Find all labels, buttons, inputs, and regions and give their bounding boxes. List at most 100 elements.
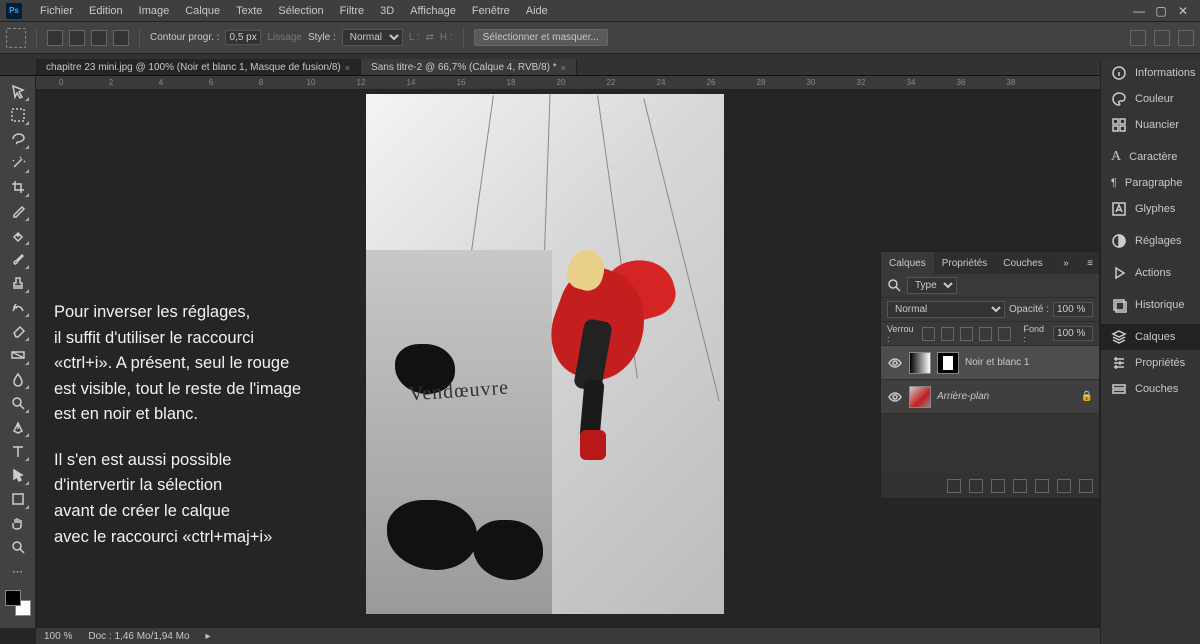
layer-fx-icon[interactable] — [969, 479, 983, 493]
add-mask-icon[interactable] — [991, 479, 1005, 493]
doc-tab-1[interactable]: Sans titre-2 @ 66,7% (Calque 4, RVB/8) *… — [361, 59, 577, 75]
rail-informations[interactable]: Informations — [1101, 60, 1200, 86]
share-icon[interactable] — [1178, 30, 1194, 46]
eraser-tool[interactable] — [6, 320, 30, 342]
menu-selection[interactable]: Sélection — [270, 5, 331, 17]
feather-input[interactable] — [225, 30, 261, 45]
move-tool[interactable] — [6, 80, 30, 102]
panel-tab-calques[interactable]: Calques — [881, 252, 934, 274]
marquee-tool-icon[interactable] — [6, 28, 26, 48]
crop-tool[interactable] — [6, 176, 30, 198]
panel-tab-couches[interactable]: Couches — [995, 252, 1050, 274]
zoom-tool[interactable] — [6, 536, 30, 558]
menu-image[interactable]: Image — [131, 5, 178, 17]
layer-name[interactable]: Arrière-plan — [937, 391, 1075, 402]
layer-filter-select[interactable]: Type — [907, 277, 957, 294]
new-adjustment-icon[interactable] — [1013, 479, 1027, 493]
lock-pixels-icon[interactable] — [941, 327, 954, 341]
foreground-color[interactable] — [5, 590, 21, 606]
eyedropper-tool[interactable] — [6, 200, 30, 222]
menu-fichier[interactable]: Fichier — [32, 5, 81, 17]
new-group-icon[interactable] — [1035, 479, 1049, 493]
marquee-tool[interactable] — [6, 104, 30, 126]
rail-caractere[interactable]: ACaractère — [1101, 144, 1200, 170]
rail-actions[interactable]: Actions — [1101, 260, 1200, 286]
search-icon[interactable] — [1130, 30, 1146, 46]
panel-collapse-icon[interactable]: » — [1057, 258, 1075, 269]
rail-couleur[interactable]: Couleur — [1101, 86, 1200, 112]
brush-tool[interactable] — [6, 248, 30, 270]
rail-glyphes[interactable]: Glyphes — [1101, 196, 1200, 222]
panel-tab-proprietes[interactable]: Propriétés — [934, 252, 996, 274]
selection-subtract-icon[interactable] — [91, 30, 107, 46]
path-select-tool[interactable] — [6, 464, 30, 486]
layer-row[interactable]: Noir et blanc 1 — [881, 346, 1099, 380]
type-tool[interactable] — [6, 440, 30, 462]
style-select[interactable]: Normal — [342, 29, 403, 46]
menu-calque[interactable]: Calque — [177, 5, 228, 17]
delete-layer-icon[interactable] — [1079, 479, 1093, 493]
hand-tool[interactable] — [6, 512, 30, 534]
gradient-tool[interactable] — [6, 344, 30, 366]
menu-aide[interactable]: Aide — [518, 5, 556, 17]
workspace-icon[interactable] — [1154, 30, 1170, 46]
close-tab-icon[interactable]: × — [561, 63, 566, 73]
color-swatches[interactable] — [5, 590, 31, 616]
lasso-tool[interactable] — [6, 128, 30, 150]
pen-tool[interactable] — [6, 416, 30, 438]
window-minimize-icon[interactable]: — — [1128, 4, 1150, 18]
opacity-input[interactable] — [1053, 302, 1093, 317]
rail-proprietes[interactable]: Propriétés — [1101, 350, 1200, 376]
window-maximize-icon[interactable]: ▢ — [1150, 4, 1172, 18]
zoom-level[interactable]: 100 % — [44, 631, 72, 642]
visibility-toggle-icon[interactable] — [887, 389, 903, 405]
doc-size-info[interactable]: Doc : 1,46 Mo/1,94 Mo — [88, 631, 189, 642]
fill-input[interactable] — [1053, 326, 1093, 341]
wand-tool[interactable] — [6, 152, 30, 174]
menu-3d[interactable]: 3D — [372, 5, 402, 17]
lock-all-icon[interactable] — [998, 327, 1011, 341]
select-mask-button[interactable]: Sélectionner et masquer... — [474, 29, 608, 46]
lock-transparent-icon[interactable] — [922, 327, 935, 341]
edit-toolbar-icon[interactable]: ⋯ — [6, 560, 30, 582]
stamp-tool[interactable] — [6, 272, 30, 294]
doc-tab-0[interactable]: chapitre 23 mini.jpg @ 100% (Noir et bla… — [36, 59, 361, 75]
dodge-tool[interactable] — [6, 392, 30, 414]
layer-mask-thumb[interactable] — [937, 352, 959, 374]
rail-couches[interactable]: Couches — [1101, 376, 1200, 402]
menu-fenetre[interactable]: Fenêtre — [464, 5, 518, 17]
window-close-icon[interactable]: ✕ — [1172, 4, 1194, 18]
layer-thumb[interactable] — [909, 386, 931, 408]
search-icon[interactable] — [887, 278, 903, 294]
menu-affichage[interactable]: Affichage — [402, 5, 464, 17]
adjustment-thumb-icon[interactable] — [909, 352, 931, 374]
new-layer-icon[interactable] — [1057, 479, 1071, 493]
rail-reglages[interactable]: Réglages — [1101, 228, 1200, 254]
rail-historique[interactable]: Historique — [1101, 292, 1200, 318]
link-layers-icon[interactable] — [947, 479, 961, 493]
selection-add-icon[interactable] — [69, 30, 85, 46]
selection-new-icon[interactable] — [47, 30, 63, 46]
blend-mode-select[interactable]: Normal — [887, 301, 1005, 318]
shape-tool[interactable] — [6, 488, 30, 510]
layer-name[interactable]: Noir et blanc 1 — [965, 357, 1093, 368]
menu-texte[interactable]: Texte — [228, 5, 270, 17]
menu-edition[interactable]: Edition — [81, 5, 131, 17]
status-arrow-icon[interactable]: ▸ — [206, 631, 211, 642]
rail-calques[interactable]: Calques — [1101, 324, 1200, 350]
layer-row[interactable]: Arrière-plan 🔒 — [881, 380, 1099, 414]
history-brush-tool[interactable] — [6, 296, 30, 318]
panel-menu-icon[interactable]: ≡ — [1081, 258, 1099, 269]
visibility-toggle-icon[interactable] — [887, 355, 903, 371]
document-canvas[interactable]: Vendœuvre — [366, 94, 724, 614]
menu-filtre[interactable]: Filtre — [332, 5, 372, 17]
lock-position-icon[interactable] — [960, 327, 973, 341]
heal-tool[interactable] — [6, 224, 30, 246]
rail-nuancier[interactable]: Nuancier — [1101, 112, 1200, 138]
lock-artboard-icon[interactable] — [979, 327, 992, 341]
selection-intersect-icon[interactable] — [113, 30, 129, 46]
swap-wh-icon[interactable]: ⇄ — [426, 32, 434, 43]
blur-tool[interactable] — [6, 368, 30, 390]
close-tab-icon[interactable]: × — [345, 63, 350, 73]
rail-paragraphe[interactable]: ¶Paragraphe — [1101, 170, 1200, 196]
